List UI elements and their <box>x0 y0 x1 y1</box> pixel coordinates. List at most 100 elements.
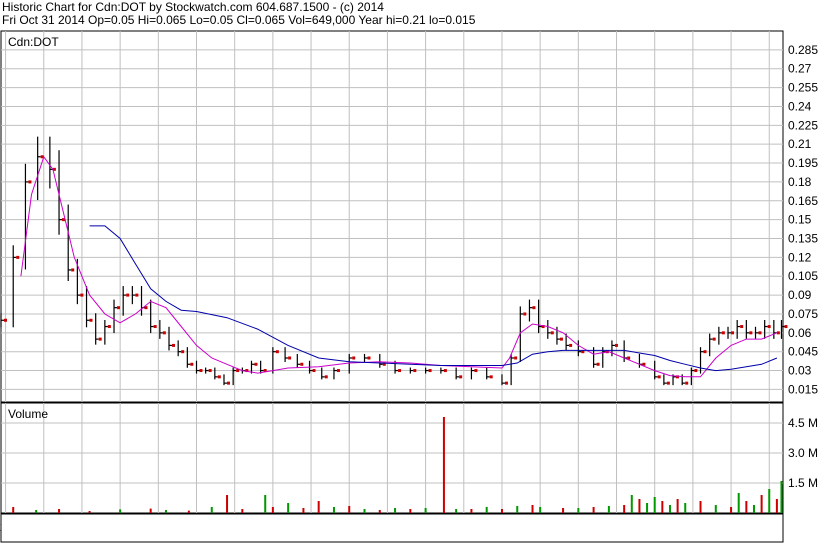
volume-bar <box>661 501 664 513</box>
close-dot <box>443 369 447 373</box>
close-dot <box>28 180 32 184</box>
price-panel <box>0 30 784 403</box>
volume-bar <box>760 495 763 513</box>
volume-bar <box>638 499 641 513</box>
price-y-tick-label: 0.18 <box>788 175 812 189</box>
close-dot <box>89 318 93 322</box>
volume-bar <box>623 505 626 513</box>
close-dot <box>532 306 536 310</box>
close-dot <box>80 293 84 297</box>
volume-bar <box>409 509 412 513</box>
price-y-tick-label: 0.045 <box>788 345 818 359</box>
stock-chart: 0.285 0.27 0.255 0.24 0.225 0.21 0.195 0.18 0.16… <box>0 30 818 543</box>
volume-y-tick-label: 4.5 M <box>788 416 818 430</box>
close-dot <box>181 350 185 354</box>
close-dot <box>504 381 508 385</box>
close-dot <box>324 375 328 379</box>
close-dot <box>300 362 304 366</box>
volume-bar <box>164 510 167 513</box>
close-dot <box>98 337 102 341</box>
volume-bar <box>592 507 595 513</box>
close-dot <box>596 362 600 366</box>
price-y-tick-label: 0.285 <box>788 43 818 57</box>
close-dot <box>550 331 554 335</box>
close-dot <box>162 331 166 335</box>
close-dot <box>489 375 493 379</box>
close-dot <box>559 337 563 341</box>
volume-bar <box>676 499 679 513</box>
close-dot <box>153 325 157 329</box>
volume-bar <box>317 501 320 513</box>
volume-bar <box>378 510 381 513</box>
close-dot <box>776 331 780 335</box>
volume-bar <box>35 510 38 513</box>
volume-panel <box>0 402 784 514</box>
volume-bar <box>646 503 649 513</box>
price-y-tick-label: 0.21 <box>788 137 812 151</box>
price-y-tick-label: 0.27 <box>788 62 812 76</box>
volume-bar <box>531 505 534 513</box>
volume-bar <box>485 507 488 513</box>
close-dot <box>352 356 356 360</box>
close-dot <box>4 318 7 322</box>
close-dot <box>126 293 130 297</box>
volume-bar <box>562 508 565 513</box>
volume-bar <box>363 509 366 513</box>
volume-bar <box>187 510 190 513</box>
volume-bar <box>348 506 351 513</box>
volume-bar <box>607 506 610 513</box>
price-y-tick-label: 0.135 <box>788 232 818 246</box>
volume-bar <box>58 509 61 513</box>
volume-bar <box>745 501 748 513</box>
year-axis <box>0 513 784 543</box>
volume-bar <box>699 501 702 513</box>
volume-bar <box>88 511 91 513</box>
close-dot <box>569 343 573 347</box>
price-y-tick-label: 0.24 <box>788 99 812 113</box>
volume-bar <box>119 509 122 513</box>
close-dot <box>767 325 771 329</box>
price-y-tick-label: 0.03 <box>788 364 812 378</box>
close-dot <box>16 255 20 259</box>
close-dot <box>514 356 518 360</box>
volume-bar <box>264 495 267 513</box>
close-dot <box>398 369 402 373</box>
price-y-tick-label: 0.255 <box>788 81 818 95</box>
volume-bar <box>455 509 458 513</box>
volume-bar <box>730 507 733 513</box>
volume-bar <box>775 499 778 513</box>
close-dot <box>275 350 279 354</box>
close-dot <box>172 343 176 347</box>
price-y-tick-label: 0.12 <box>788 250 812 264</box>
volume-bar <box>737 493 740 513</box>
close-dot <box>107 325 111 329</box>
close-dot <box>117 306 121 310</box>
close-dot <box>731 331 735 335</box>
volume-bar <box>287 503 290 513</box>
volume-bar <box>780 481 783 513</box>
close-dot <box>758 331 762 335</box>
close-dot <box>523 312 527 316</box>
volume-bar <box>539 507 542 513</box>
volume-bar <box>394 508 397 513</box>
volume-bar <box>500 509 503 513</box>
close-dot <box>367 356 371 360</box>
volume-bar <box>271 507 274 513</box>
volume-bar <box>630 495 633 513</box>
volume-bar <box>668 505 671 513</box>
close-dot <box>740 325 744 329</box>
price-y-tick-label: 0.165 <box>788 194 818 208</box>
close-dot <box>459 375 463 379</box>
close-dot <box>199 369 203 373</box>
price-y-tick-label: 0.225 <box>788 118 818 132</box>
volume-bar <box>768 489 771 513</box>
price-panel-label: Cdn:DOT <box>8 35 59 49</box>
price-y-tick-label: 0.15 <box>788 213 812 227</box>
volume-bar <box>684 503 687 513</box>
volume-y-tick-label: 1.5 M <box>788 476 818 490</box>
close-dot <box>749 331 753 335</box>
close-dot <box>336 369 340 373</box>
volume-panel-label: Volume <box>8 407 48 421</box>
close-dot <box>208 369 212 373</box>
close-dot <box>666 381 670 385</box>
